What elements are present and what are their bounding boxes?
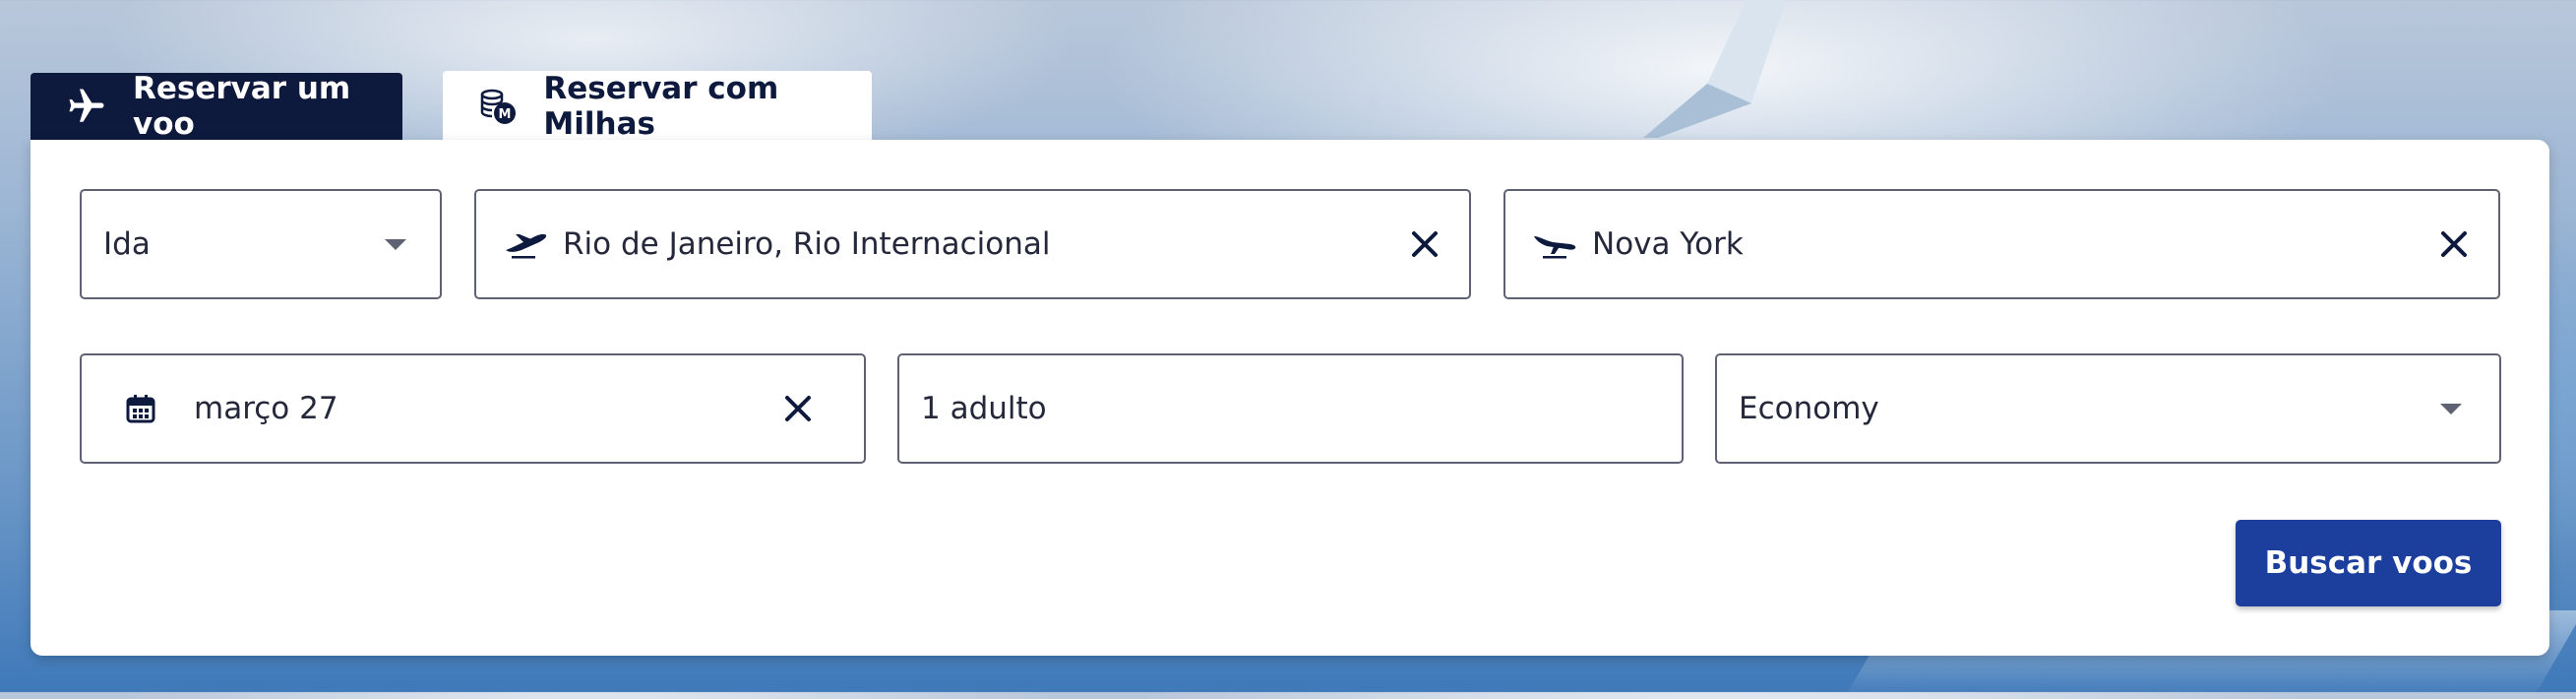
aircraft-tail-image	[1643, 0, 1786, 138]
departure-date-input[interactable]: março 27	[80, 353, 866, 464]
cabin-class-value: Economy	[1739, 391, 1879, 426]
miles-coins-icon: M	[478, 85, 518, 128]
passengers-select[interactable]: 1 adulto	[897, 353, 1684, 464]
close-icon	[785, 396, 811, 421]
chevron-down-icon	[2440, 403, 2462, 414]
tab-book-with-miles[interactable]: M Reservar com Milhas	[443, 71, 872, 142]
trip-type-value: Ida	[103, 226, 151, 262]
tab-book-with-miles-label: Reservar com Milhas	[543, 71, 779, 142]
clear-date-button[interactable]	[771, 382, 825, 435]
airplane-icon	[66, 85, 107, 128]
chevron-down-icon	[385, 238, 406, 250]
search-flights-button[interactable]: Buscar voos	[2236, 520, 2501, 606]
svg-text:M: M	[499, 107, 512, 122]
tab-book-flight-label: Reservar um voo	[133, 71, 351, 142]
clear-origin-button[interactable]	[1398, 218, 1451, 271]
passengers-value: 1 adulto	[921, 391, 1047, 426]
destination-input[interactable]: Nova York	[1503, 189, 2500, 299]
plane-landing-icon	[1529, 224, 1580, 264]
cabin-class-select[interactable]: Economy	[1715, 353, 2501, 464]
calendar-icon	[123, 389, 158, 428]
close-icon	[2441, 231, 2467, 257]
departure-date-value: março 27	[194, 391, 338, 426]
destination-value: Nova York	[1592, 226, 1744, 262]
tab-book-flight[interactable]: Reservar um voo	[31, 71, 402, 142]
plane-takeoff-icon	[500, 224, 551, 264]
origin-input[interactable]: Rio de Janeiro, Rio Internacional	[474, 189, 1471, 299]
clear-destination-button[interactable]	[2427, 218, 2481, 271]
close-icon	[1412, 231, 1438, 257]
origin-value: Rio de Janeiro, Rio Internacional	[563, 226, 1051, 262]
trip-type-select[interactable]: Ida	[80, 189, 442, 299]
flight-search-panel: Ida Rio de Janeiro, Rio Internacional No…	[31, 140, 2549, 656]
